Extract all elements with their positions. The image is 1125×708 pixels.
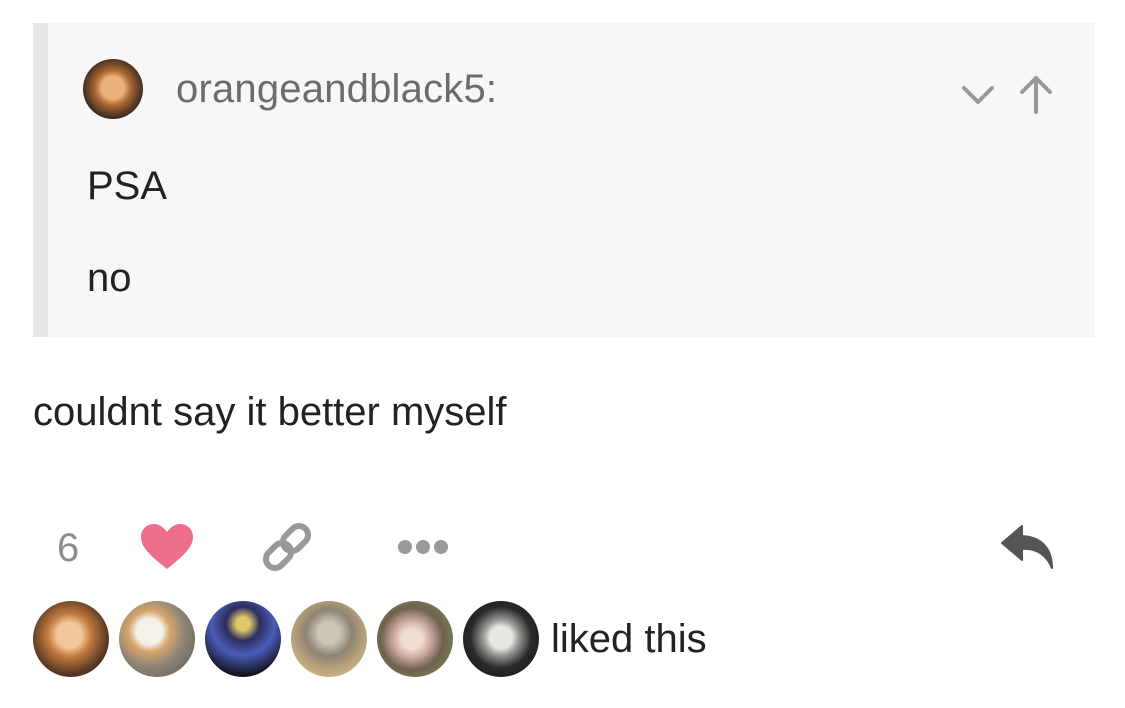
- chevron-down-icon[interactable]: [957, 73, 999, 115]
- reblog-quote: orangeandblack5: PSA no: [33, 23, 1095, 337]
- reply-button[interactable]: [998, 519, 1058, 575]
- post-actions: 6: [0, 515, 1125, 579]
- quote-header: orangeandblack5:: [83, 59, 497, 119]
- link-icon: [262, 522, 312, 572]
- arrow-up-icon[interactable]: [1015, 73, 1057, 115]
- avatar[interactable]: [119, 601, 195, 677]
- quote-paragraph: PSA: [87, 164, 168, 208]
- avatar[interactable]: [33, 601, 109, 677]
- quote-controls: [957, 73, 1057, 115]
- like-button[interactable]: [138, 519, 196, 575]
- reply-icon: [1001, 525, 1053, 569]
- post-comment: couldnt say it better myself: [33, 390, 507, 434]
- likers-row: liked this: [33, 601, 707, 677]
- avatar[interactable]: [83, 59, 143, 119]
- note-count[interactable]: 6: [57, 526, 79, 571]
- avatar[interactable]: [205, 601, 281, 677]
- link-button[interactable]: [257, 519, 317, 575]
- more-icon: [398, 540, 448, 554]
- heart-icon: [141, 524, 193, 569]
- liked-this-label: liked this: [551, 616, 707, 661]
- quote-username[interactable]: orangeandblack5:: [176, 67, 497, 112]
- quote-paragraph: no: [87, 256, 132, 300]
- avatar[interactable]: [291, 601, 367, 677]
- more-button[interactable]: [393, 529, 453, 565]
- avatar[interactable]: [463, 601, 539, 677]
- quote-body: PSA no: [87, 163, 167, 347]
- avatar[interactable]: [377, 601, 453, 677]
